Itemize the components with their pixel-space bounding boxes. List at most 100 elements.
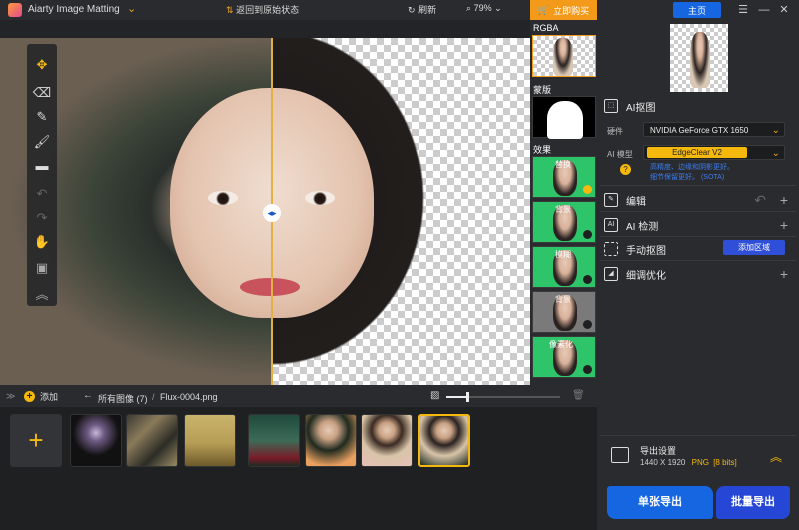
- left-eye: [208, 191, 238, 205]
- undo-icon[interactable]: ↶: [754, 192, 766, 209]
- refresh-button[interactable]: ↻ 刷新: [408, 3, 436, 16]
- help-icon[interactable]: ?: [620, 164, 631, 175]
- fine-tune-section[interactable]: ◢ 细调优化 +: [604, 263, 794, 285]
- collapse-icon[interactable]: ≫: [6, 391, 15, 402]
- export-settings-icon: [611, 447, 629, 463]
- fine-tune-title: 细调优化: [626, 270, 666, 282]
- compare-split-handle[interactable]: ◂▸: [263, 204, 281, 222]
- redo-icon[interactable]: ↷: [27, 207, 57, 229]
- tool-panel: ✥ ⌫ ✎ 🖌 ▬ ↶ ↷ ✋ ▣ ︽: [27, 44, 57, 306]
- radio-icon: [583, 230, 592, 239]
- menu-icon[interactable]: ☰: [735, 2, 751, 18]
- export-dimensions: 1440 X 1920: [640, 458, 686, 467]
- export-settings-title: 导出设置: [640, 446, 677, 456]
- gallery-thumbnail[interactable]: [248, 414, 300, 467]
- add-region-label: 添加区域: [738, 243, 770, 252]
- plus-icon: +: [24, 391, 35, 402]
- export-format: PNG: [691, 458, 709, 467]
- output-preview: [670, 24, 728, 92]
- refresh-icon: ↻: [408, 5, 416, 15]
- add-image-tile[interactable]: +: [10, 414, 62, 467]
- lips: [240, 278, 300, 296]
- back-arrow-icon[interactable]: ←: [83, 390, 93, 401]
- batch-export-button[interactable]: 批量导出: [716, 486, 790, 519]
- gallery-thumbnail[interactable]: [361, 414, 413, 467]
- hand-icon[interactable]: ✋: [27, 231, 57, 253]
- gallery-thumbnail[interactable]: [70, 414, 122, 467]
- slider-handle[interactable]: [466, 392, 469, 402]
- brush-icon[interactable]: 🖌: [27, 131, 57, 153]
- breadcrumb-current-file: Flux-0004.png: [160, 392, 218, 402]
- ai-detect-section[interactable]: AI AI 检测 +: [604, 214, 794, 236]
- effect-tile-2[interactable]: 背景: [532, 201, 596, 243]
- home-button[interactable]: 主页: [673, 2, 721, 18]
- gallery-thumbnail-selected[interactable]: [418, 414, 470, 467]
- effect-tile-5[interactable]: 像素化: [532, 336, 596, 378]
- cart-icon: 🛒: [537, 4, 550, 15]
- minimize-icon[interactable]: —: [756, 2, 772, 18]
- breadcrumb-all-images[interactable]: 所有图像 (7): [98, 392, 148, 405]
- add-region-button[interactable]: 添加区域: [723, 240, 785, 255]
- add-button[interactable]: + 添加: [24, 390, 58, 403]
- gallery-thumbnail[interactable]: [305, 414, 357, 467]
- app-title: Aiarty Image Matting: [28, 4, 120, 15]
- expand-up-icon[interactable]: ︽: [770, 448, 782, 465]
- mask-label: 蒙版: [533, 85, 552, 95]
- plus-icon[interactable]: +: [780, 217, 788, 233]
- plus-icon[interactable]: +: [780, 266, 788, 282]
- manual-matting-section[interactable]: 手动抠图: [604, 238, 719, 260]
- trash-icon[interactable]: 🗑: [572, 390, 585, 401]
- mask-preview[interactable]: [532, 96, 596, 139]
- single-export-button[interactable]: 单张导出: [607, 486, 713, 519]
- effect-tile-3[interactable]: 模糊: [532, 246, 596, 288]
- zoom-control[interactable]: ⌕ 79% ⌄: [466, 3, 502, 14]
- eraser-icon[interactable]: ⌫: [27, 82, 57, 104]
- effect-label: 背景: [555, 205, 571, 214]
- top-toolbar: [0, 20, 530, 38]
- chevron-down-icon: ⌄: [771, 125, 780, 136]
- selection-icon: [604, 242, 618, 256]
- edit-section[interactable]: ✎ 编辑 ↶ +: [604, 189, 794, 211]
- swap-icon: ⇅: [226, 5, 234, 15]
- ai-matting-header: ⬚ AI抠图: [604, 95, 794, 117]
- collapse-up-icon[interactable]: ︽: [27, 284, 57, 306]
- ai-detect-icon: AI: [604, 218, 618, 232]
- export-bits: [8 bits]: [713, 458, 737, 467]
- rgba-subject: [553, 38, 573, 76]
- chevron-down-icon: ⌄: [494, 3, 502, 13]
- effect-label: 背景: [555, 295, 571, 304]
- hardware-value: NVIDIA GeForce GTX 1650: [650, 126, 749, 135]
- chevron-down-icon[interactable]: ⌄: [127, 2, 136, 15]
- effect-tile-1[interactable]: 替换: [532, 156, 596, 198]
- output-subject: [690, 32, 710, 88]
- zoom-icon: ⌕: [466, 3, 472, 13]
- model-note-2: 细节保留更好。 (SOTA): [650, 174, 725, 181]
- effect-label: 替换: [555, 160, 571, 169]
- image-canvas[interactable]: ◂▸: [0, 38, 530, 385]
- manual-matting-title: 手动抠图: [626, 245, 666, 257]
- buy-now-button[interactable]: 🛒 立即购买: [530, 0, 597, 20]
- undo-icon[interactable]: ↶: [27, 183, 57, 205]
- divider: [600, 185, 796, 186]
- gallery-thumbnail[interactable]: [126, 414, 178, 467]
- close-icon[interactable]: ✕: [776, 2, 792, 18]
- model-note-1: 高精度、边缘和阴影更好。: [650, 164, 734, 171]
- fit-screen-icon[interactable]: ▣: [27, 257, 57, 279]
- rgba-preview[interactable]: [532, 35, 596, 77]
- gallery-thumbnail[interactable]: [184, 414, 236, 467]
- move-icon[interactable]: ✥: [27, 54, 57, 76]
- edit-title: 编辑: [626, 196, 646, 208]
- effect-label: 像素化: [549, 340, 573, 349]
- hardware-select[interactable]: NVIDIA GeForce GTX 1650 ⌄: [643, 122, 785, 137]
- plus-icon[interactable]: +: [780, 192, 788, 208]
- model-label: AI 模型: [607, 150, 633, 159]
- ai-matting-title: AI抠图: [626, 102, 656, 114]
- paint-roller-icon[interactable]: ▬: [27, 155, 57, 177]
- pen-icon[interactable]: ✎: [27, 106, 57, 128]
- mask-shape: [547, 101, 583, 139]
- fine-tune-icon: ◢: [604, 267, 618, 281]
- reset-button[interactable]: ⇅ 返回到原始状态: [226, 3, 299, 16]
- edit-icon: ✎: [604, 193, 618, 207]
- effect-tile-4[interactable]: 背景: [532, 291, 596, 333]
- effect-label: 模糊: [555, 250, 571, 259]
